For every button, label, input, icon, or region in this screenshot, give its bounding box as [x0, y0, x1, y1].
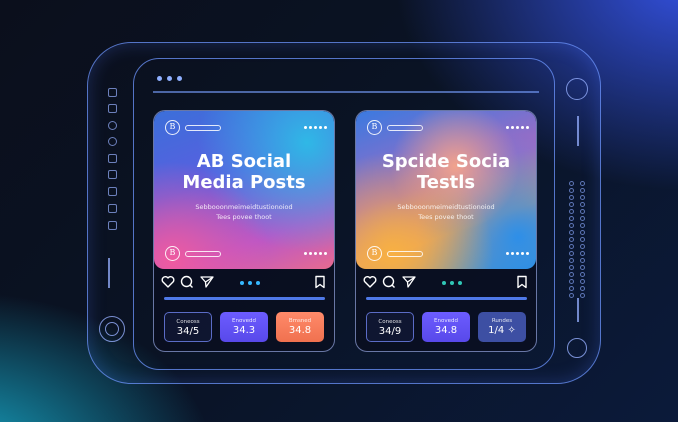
more-options-icon[interactable] — [304, 126, 327, 129]
username-placeholder — [387, 125, 423, 131]
action-bar — [161, 275, 327, 291]
bookmark-icon[interactable] — [108, 221, 117, 230]
grid-icon[interactable] — [108, 104, 117, 113]
stat-value: 1/4 ✧ — [488, 325, 516, 336]
dot-grid-decoration — [569, 181, 587, 298]
engagement-bar — [366, 297, 527, 300]
header-divider — [153, 91, 539, 93]
stat-value: 34.8 — [434, 325, 458, 336]
send-icon[interactable] — [200, 275, 214, 289]
add-circle-icon[interactable] — [567, 338, 587, 358]
calendar-icon[interactable] — [108, 170, 117, 179]
comment-icon[interactable] — [180, 275, 194, 289]
stat-value: 34.3 — [232, 325, 256, 336]
send-icon[interactable] — [402, 275, 416, 289]
stat-label: Rundes — [491, 318, 513, 324]
post-title: AB Social Media Posts — [182, 151, 306, 193]
comment-icon[interactable] — [108, 137, 117, 146]
more-options-icon[interactable] — [506, 126, 529, 129]
stat-value: 34/9 — [378, 326, 402, 337]
username-placeholder — [387, 251, 423, 257]
heart-icon[interactable] — [363, 275, 377, 289]
avatar[interactable]: B — [367, 246, 382, 261]
post-media[interactable]: B Spcide Socia Testls Sebbooonmeimeidtus… — [356, 111, 536, 269]
post-caption: Sebbooonmeimeidtustionoiod Tees povee th… — [195, 203, 293, 221]
bookmark-icon[interactable] — [313, 275, 327, 289]
window-dot — [157, 76, 162, 81]
avatar[interactable]: B — [165, 120, 180, 135]
right-lower-track[interactable] — [577, 298, 579, 322]
more-options-icon[interactable] — [506, 252, 529, 255]
stat-label: Bmsned — [288, 318, 312, 324]
stat-value: 34.8 — [288, 325, 312, 336]
post-card[interactable]: B Spcide Socia Testls Sebbooonmeimeidtus… — [355, 110, 537, 352]
username-placeholder — [185, 125, 221, 131]
stat-tile[interactable]: Enovedd 34.8 — [422, 312, 470, 342]
more-options-icon[interactable] — [304, 252, 327, 255]
carousel-indicator — [240, 281, 260, 285]
username-placeholder — [185, 251, 221, 257]
home-button-inner-icon — [105, 322, 119, 336]
engagement-bar — [164, 297, 325, 300]
comment-icon[interactable] — [382, 275, 396, 289]
stat-label: Coneoss — [176, 319, 200, 325]
stat-value: 34/5 — [176, 326, 200, 337]
avatar[interactable]: B — [367, 120, 382, 135]
left-scroll-track[interactable] — [108, 258, 110, 288]
home-icon[interactable] — [108, 88, 117, 97]
carousel-indicator — [442, 281, 462, 285]
heart-icon[interactable] — [161, 275, 175, 289]
share-icon[interactable] — [108, 154, 117, 163]
right-scroll-track[interactable] — [577, 116, 579, 146]
stat-tile[interactable]: Enovedd 34.3 — [220, 312, 268, 342]
avatar[interactable]: B — [165, 246, 180, 261]
window-dot — [167, 76, 172, 81]
stat-tile[interactable]: Bmsned 34.8 — [276, 312, 324, 342]
bookmark-icon[interactable] — [515, 275, 529, 289]
post-card[interactable]: B AB Social Media Posts Sebbooonmeimeidt… — [153, 110, 335, 352]
stat-label: Enovedd — [232, 318, 256, 324]
stat-tile[interactable]: Rundes 1/4 ✧ — [478, 312, 526, 342]
stat-tile[interactable]: Coneoss 34/5 — [164, 312, 212, 342]
filter-icon[interactable] — [566, 78, 588, 100]
post-caption: Sebbooonmeimeidtustionoiod Tees povee th… — [397, 203, 495, 221]
info-icon[interactable] — [108, 204, 117, 213]
post-media[interactable]: B AB Social Media Posts Sebbooonmeimeidt… — [154, 111, 334, 269]
window-dot — [177, 76, 182, 81]
post-title: Spcide Socia Testls — [381, 151, 511, 193]
add-icon[interactable] — [108, 121, 117, 130]
stat-tile[interactable]: Coneoss 34/9 — [366, 312, 414, 342]
list-icon[interactable] — [108, 187, 117, 196]
action-bar — [363, 275, 529, 291]
stat-label: Coneoss — [378, 319, 402, 325]
stat-label: Enovedd — [434, 318, 458, 324]
